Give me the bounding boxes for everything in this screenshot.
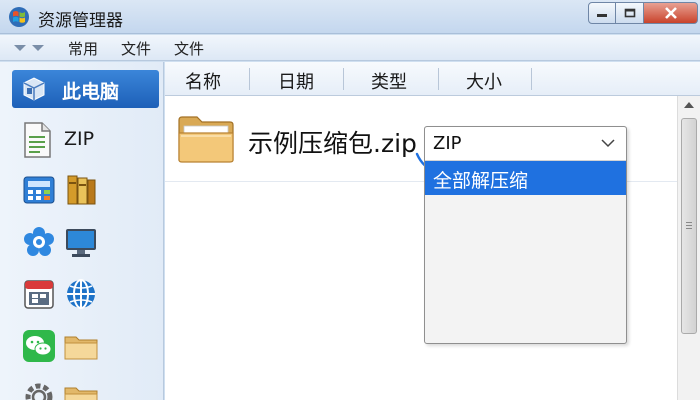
sidebar-item-label: 此电脑 xyxy=(62,81,120,103)
folder-icon xyxy=(178,116,234,163)
dropdown-select[interactable]: ZIP xyxy=(425,127,626,161)
minimize-button[interactable] xyxy=(588,2,616,24)
folder-icon[interactable] xyxy=(64,329,98,363)
scrollbar-thumb[interactable] xyxy=(681,118,697,334)
menu-file[interactable]: 文件 xyxy=(121,38,151,59)
column-divider[interactable] xyxy=(531,68,532,90)
flower-icon[interactable] xyxy=(22,225,56,259)
maximize-icon xyxy=(624,8,635,18)
folder-icon[interactable] xyxy=(64,380,98,400)
menu-bar: 常用 文件 文件 xyxy=(0,35,700,61)
calculator-icon[interactable] xyxy=(22,173,56,207)
scroll-grip xyxy=(686,225,692,226)
minimize-icon xyxy=(597,14,607,17)
windows-logo-icon xyxy=(9,7,29,27)
column-header-size[interactable]: 大小 xyxy=(466,68,502,94)
books-icon[interactable] xyxy=(64,173,98,207)
chevron-down-icon[interactable] xyxy=(601,139,615,148)
file-name: 示例压缩包.zip xyxy=(248,129,417,158)
navigation-arrows-icon[interactable] xyxy=(10,42,50,54)
scroll-grip xyxy=(686,228,692,229)
computer-icon xyxy=(23,77,45,101)
dropdown-selected-value: ZIP xyxy=(433,133,462,154)
document-icon xyxy=(24,122,51,158)
dropdown-option-label: 全部解压缩 xyxy=(433,170,529,192)
column-divider[interactable] xyxy=(249,68,250,90)
maximize-button[interactable] xyxy=(616,2,644,24)
menu-common[interactable]: 常用 xyxy=(68,38,98,59)
scroll-up-arrow-icon[interactable] xyxy=(682,100,696,110)
close-icon xyxy=(664,7,677,19)
sidebar-item-this-pc[interactable]: 此电脑 xyxy=(12,70,159,108)
column-header-bar: 名称 日期 类型 大小 xyxy=(165,62,700,96)
scroll-grip xyxy=(686,222,692,223)
title-bar: 资源管理器 xyxy=(0,0,700,34)
dropdown-option-extract-all[interactable]: 全部解压缩 xyxy=(425,161,626,195)
monitor-icon[interactable] xyxy=(64,225,98,259)
column-divider[interactable] xyxy=(438,68,439,90)
sidebar-item-label: ZIP xyxy=(64,128,95,150)
window-controls xyxy=(588,2,698,24)
sidebar-item-zip[interactable]: ZIP xyxy=(20,120,160,162)
column-header-date[interactable]: 日期 xyxy=(278,68,314,94)
column-header-name[interactable]: 名称 xyxy=(185,68,221,94)
column-header-type[interactable]: 类型 xyxy=(371,68,407,94)
settings-gear-icon[interactable] xyxy=(22,380,56,400)
vertical-scrollbar[interactable] xyxy=(677,96,700,400)
calendar-icon[interactable] xyxy=(22,277,56,311)
wechat-icon[interactable] xyxy=(22,329,56,363)
menu-file-2[interactable]: 文件 xyxy=(174,38,204,59)
context-dropdown[interactable]: ZIP 全部解压缩 xyxy=(424,126,627,344)
column-divider[interactable] xyxy=(343,68,344,90)
close-button[interactable] xyxy=(644,2,698,24)
window-title: 资源管理器 xyxy=(38,11,123,31)
globe-icon[interactable] xyxy=(64,277,98,311)
sidebar: 此电脑 ZIP xyxy=(0,62,164,400)
file-list-panel: 名称 日期 类型 大小 示例压缩包.zip ZIP 全部解压缩 xyxy=(165,62,700,400)
